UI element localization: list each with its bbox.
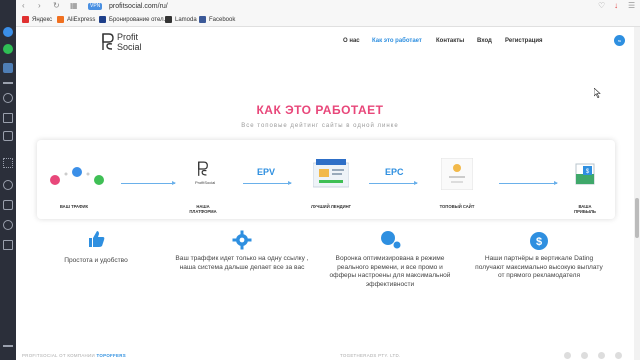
dollar-icon: $	[530, 232, 548, 250]
heart-icon[interactable]	[3, 180, 13, 190]
flow-arrow	[499, 181, 558, 185]
browser-sidebar	[0, 0, 16, 360]
feature-text-payout: Наши партнёры в вертикале Dating получаю…	[475, 255, 603, 279]
vpn-badge[interactable]: VPN	[88, 3, 103, 10]
bookmark-icon[interactable]: ♡	[598, 1, 605, 11]
divider	[3, 82, 13, 84]
yandex-icon	[22, 16, 29, 23]
facebook-icon	[199, 16, 206, 23]
forward-icon[interactable]: ›	[38, 1, 41, 11]
more-icon[interactable]	[3, 345, 13, 347]
bubbles-icon	[381, 231, 401, 249]
bookmark-aliexpress[interactable]: AliExpress	[67, 16, 95, 24]
bookmark-facebook[interactable]: Facebook	[209, 16, 235, 24]
social-icon[interactable]	[615, 352, 622, 359]
bookmarks-bar: Яндекс AliExpress Бронирование отел... L…	[16, 14, 640, 26]
social-icon[interactable]	[581, 352, 588, 359]
feature-text-simplicity: Простота и удобство	[64, 257, 128, 264]
language-switcher[interactable]: ru	[614, 35, 625, 46]
nav-about[interactable]: О нас	[343, 37, 360, 45]
speed-dial-icon[interactable]: ▦	[70, 1, 78, 11]
address-row: ‹ › ↻ ▦ VPN profitsocial.com/ru/ ♡ ↓ ☰	[16, 0, 640, 13]
platform-logo-icon	[198, 161, 208, 176]
logo-line1: Profit	[117, 32, 139, 42]
top-site-icon	[441, 158, 473, 190]
landing-page-icon	[313, 159, 349, 188]
step-label-profit: ВАША ПРИБЫЛЬ	[574, 204, 596, 214]
logo-line2: Social	[117, 42, 142, 52]
thumbs-up-icon	[89, 231, 105, 247]
aliexpress-icon	[57, 16, 64, 23]
step-label-top-site: ТОПОВЫЙ САЙТ	[439, 204, 475, 209]
lamoda-icon	[165, 16, 172, 23]
browser-chrome: ‹ › ↻ ▦ VPN profitsocial.com/ru/ ♡ ↓ ☰ Я…	[16, 0, 640, 27]
menu-icon[interactable]: ☰	[628, 1, 635, 11]
platform-mini-logo: ProfitSocial	[195, 180, 216, 185]
footer: PROFITSOCIAL ОТ КОМПАНИИ TOPOFFERS TOGET…	[16, 352, 640, 360]
gear-icon	[232, 230, 252, 250]
flow-arrow	[243, 181, 292, 185]
bookmark-lamoda[interactable]: Lamoda	[175, 16, 197, 24]
messenger-icon[interactable]	[3, 27, 13, 37]
vk-icon[interactable]	[3, 63, 13, 73]
page-title: КАК ЭТО РАБОТАЕТ	[256, 103, 384, 117]
epv-label: EPV	[257, 167, 276, 177]
step-label-landing: ЛУЧШИЙ ЛЕНДИНГ	[310, 204, 352, 209]
clock-icon[interactable]	[3, 220, 13, 230]
flow-card: ВАШ ТРАФИК ProfitSocial НАША ПЛАТФОРМА E…	[37, 140, 615, 219]
social-icon[interactable]	[564, 352, 571, 359]
nav-login[interactable]: Вход	[477, 37, 492, 45]
epc-label: EPC	[385, 167, 404, 177]
page-scrollbar[interactable]	[634, 27, 640, 360]
scrollbar-thumb[interactable]	[635, 198, 639, 238]
feature-text-optimization: Воронка оптимизирована в режиме реальног…	[329, 255, 451, 288]
reload-icon[interactable]: ↻	[53, 1, 60, 11]
traffic-icon	[50, 167, 104, 185]
page-subtitle: Все топовые дейтинг сайты в одной линке	[241, 123, 399, 129]
feature-text-one-link: Ваш траффик идет только на одну ссылку ,…	[175, 255, 309, 271]
back-icon[interactable]: ‹	[22, 1, 25, 11]
footer-company: TOGETHERADS PTY. LTD.	[340, 353, 401, 358]
whatsapp-icon[interactable]	[3, 44, 13, 54]
history-icon[interactable]	[3, 200, 13, 210]
bookmark-booking[interactable]: Бронирование отел...	[109, 16, 169, 24]
step-label-platform: НАША ПЛАТФОРМА	[189, 204, 217, 214]
nav-contacts[interactable]: Контакты	[436, 37, 464, 45]
svg-text:$: $	[536, 236, 542, 248]
flow-arrow	[369, 181, 418, 185]
mouse-cursor	[594, 88, 601, 98]
url-field[interactable]: profitsocial.com/ru/	[109, 2, 168, 11]
profit-jar-icon: $	[575, 163, 595, 185]
nav-register[interactable]: Регистрация	[505, 37, 543, 45]
step-label-traffic: ВАШ ТРАФИК	[59, 204, 89, 209]
footer-left-text: PROFITSOCIAL ОТ КОМПАНИИ	[22, 353, 95, 358]
bookmark-yandex[interactable]: Яндекс	[32, 16, 52, 24]
camera-icon[interactable]	[3, 131, 13, 141]
footer-brand-link[interactable]: TOPOFFERS	[96, 353, 125, 358]
flow-arrow	[121, 181, 176, 185]
nav-how-it-works[interactable]: Как это работает	[372, 37, 422, 45]
download-icon[interactable]: ↓	[614, 1, 618, 11]
search-icon[interactable]	[3, 93, 13, 103]
social-icon[interactable]	[598, 352, 605, 359]
apps-icon[interactable]	[3, 158, 13, 168]
extensions-icon[interactable]	[3, 240, 13, 250]
logo-text[interactable]: Profit Social	[117, 32, 142, 52]
booking-icon	[99, 16, 106, 23]
footer-left: PROFITSOCIAL ОТ КОМПАНИИ TOPOFFERS	[22, 353, 126, 358]
profitsocial-logo-icon[interactable]	[101, 33, 115, 51]
